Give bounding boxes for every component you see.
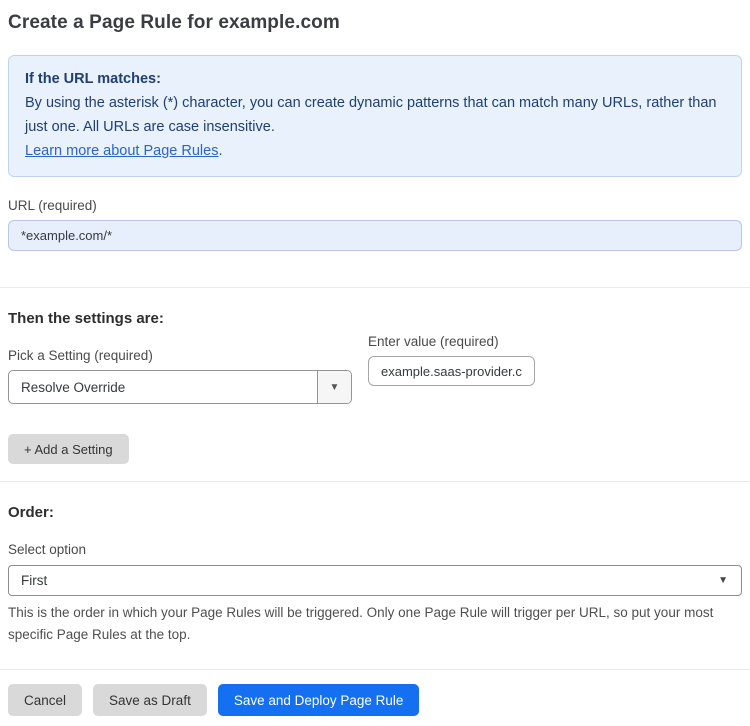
enter-value-column: Enter value (required) xyxy=(368,334,535,386)
order-help-text: This is the order in which your Page Rul… xyxy=(8,605,714,642)
link-period: . xyxy=(218,143,223,159)
footer-divider xyxy=(0,669,750,670)
enter-value-label: Enter value (required) xyxy=(368,334,499,349)
section-divider xyxy=(0,481,750,482)
chevron-down-icon[interactable]: ▼ xyxy=(317,371,351,403)
info-box-heading: If the URL matches: xyxy=(25,71,161,87)
setting-value-input[interactable] xyxy=(368,356,535,386)
chevron-down-icon: ▼ xyxy=(718,575,728,586)
info-box-link-line: Learn more about Page Rules. xyxy=(25,139,725,163)
settings-row: Pick a Setting (required) Resolve Overri… xyxy=(8,327,742,404)
url-field-label: URL (required) xyxy=(8,198,97,213)
pick-setting-select[interactable]: Resolve Override ▼ xyxy=(8,370,352,404)
order-select-label: Select option xyxy=(8,542,87,557)
settings-section-heading: Then the settings are: xyxy=(8,310,164,327)
order-select[interactable]: First ▼ xyxy=(8,565,742,596)
footer-button-row: Cancel Save as Draft Save and Deploy Pag… xyxy=(8,684,742,716)
pick-setting-selected-value: Resolve Override xyxy=(21,379,126,395)
save-as-draft-button[interactable]: Save as Draft xyxy=(93,684,207,716)
pick-setting-column: Pick a Setting (required) Resolve Overri… xyxy=(8,327,352,404)
add-setting-button[interactable]: + Add a Setting xyxy=(8,434,129,464)
save-and-deploy-button[interactable]: Save and Deploy Page Rule xyxy=(217,684,420,716)
page-title: Create a Page Rule for example.com xyxy=(8,12,340,33)
learn-more-link[interactable]: Learn more about Page Rules xyxy=(25,143,218,159)
create-page-rule-form: Create a Page Rule for example.com If th… xyxy=(0,0,750,726)
section-divider xyxy=(0,287,750,288)
url-matches-info-box: If the URL matches: By using the asteris… xyxy=(8,55,742,177)
pick-setting-label: Pick a Setting (required) xyxy=(8,348,153,363)
order-selected-value: First xyxy=(21,573,48,588)
url-input[interactable] xyxy=(8,220,742,251)
cancel-button[interactable]: Cancel xyxy=(8,684,83,716)
order-section-heading: Order: xyxy=(8,504,54,521)
info-box-body: By using the asterisk (*) character, you… xyxy=(25,95,717,135)
